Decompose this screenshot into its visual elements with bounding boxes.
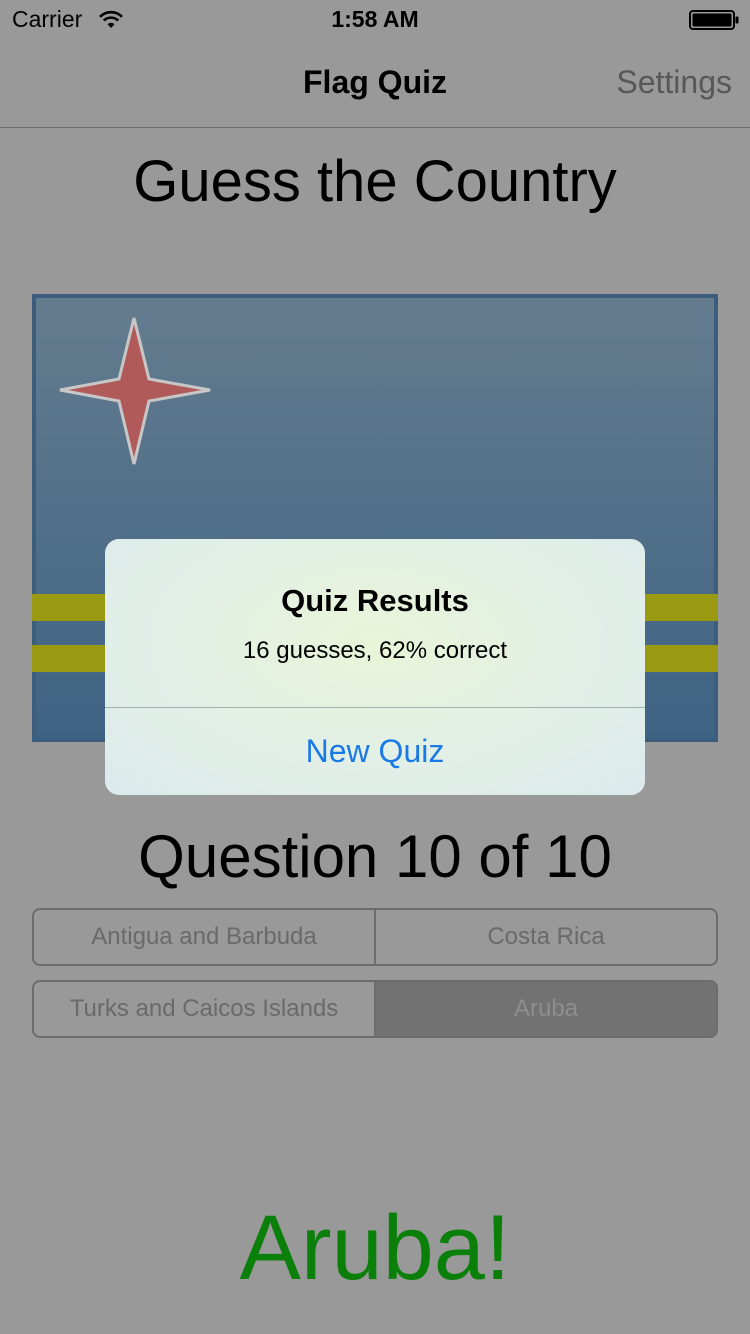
alert-title: Quiz Results: [281, 583, 469, 618]
question-counter: Question 10 of 10: [138, 823, 612, 890]
status-time: 1:58 AM: [331, 6, 419, 32]
answer-result: Aruba!: [239, 1197, 511, 1299]
answer-row-2: Turks and Caicos Islands Aruba: [32, 980, 718, 1038]
answer-button[interactable]: Turks and Caicos Islands: [34, 982, 374, 1036]
settings-button[interactable]: Settings: [616, 64, 732, 101]
nav-divider: [0, 127, 750, 128]
battery-icon: [689, 10, 739, 30]
answer-button[interactable]: Antigua and Barbuda: [34, 910, 374, 964]
quiz-results-alert: Quiz Results 16 guesses, 62% correct New…: [105, 539, 645, 795]
answer-row-1: Antigua and Barbuda Costa Rica: [32, 908, 718, 966]
answer-button-selected[interactable]: Aruba: [374, 982, 716, 1036]
answer-button[interactable]: Costa Rica: [374, 910, 716, 964]
alert-message: 16 guesses, 62% correct: [242, 637, 508, 664]
new-quiz-button[interactable]: New Quiz: [105, 708, 645, 795]
page-title: Guess the Country: [133, 149, 617, 214]
